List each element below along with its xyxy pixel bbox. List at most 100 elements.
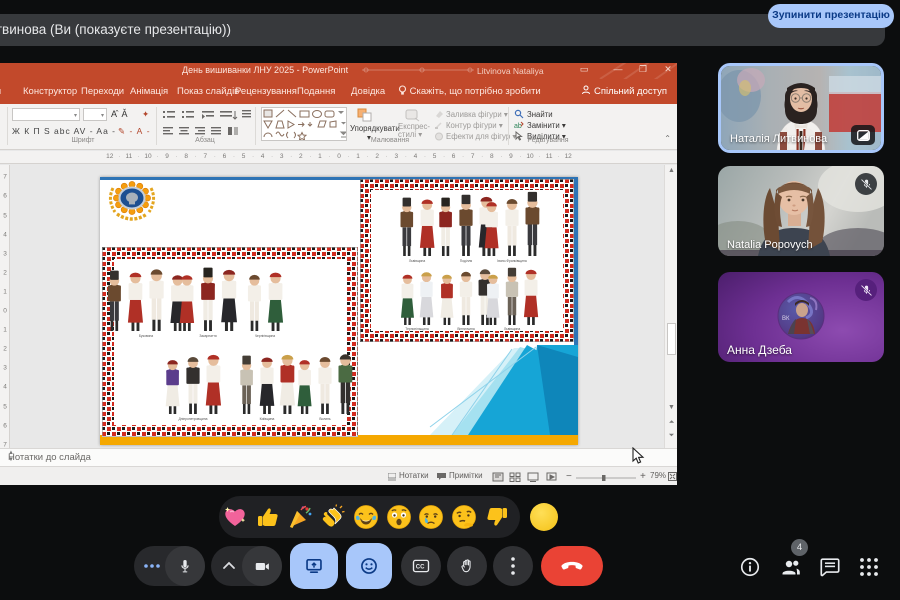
collapse-ribbon-icon[interactable]: ⌃ bbox=[664, 134, 671, 143]
avatar-letters: ВК bbox=[782, 316, 790, 322]
svg-text:Буковина: Буковина bbox=[139, 334, 153, 338]
notes-toggle-icon bbox=[388, 473, 396, 481]
ppt-tab-3[interactable]: Переходи bbox=[81, 79, 124, 104]
ribbon-display-options-icon[interactable]: ▭ bbox=[577, 64, 591, 75]
end-call-button[interactable] bbox=[541, 546, 603, 586]
hruler-number: 9 bbox=[165, 153, 169, 160]
people-button[interactable] bbox=[777, 553, 805, 581]
ppt-tab-5[interactable]: Показ слайдів bbox=[177, 79, 239, 104]
svg-text:Львівщина: Львівщина bbox=[409, 259, 425, 263]
vertical-ruler[interactable]: 765432101234567 bbox=[0, 165, 10, 448]
fit-to-window-icon[interactable] bbox=[668, 472, 677, 481]
ppt-tab-6[interactable]: Рецензування bbox=[235, 79, 297, 104]
ppt-tab-7[interactable]: Подання bbox=[297, 79, 335, 104]
scrollbar-thumb[interactable] bbox=[667, 323, 676, 355]
vruler-number: 2 bbox=[1, 346, 9, 353]
next-slide-icon[interactable]: ⏷ bbox=[665, 432, 677, 440]
raise-hand-button[interactable] bbox=[447, 546, 487, 586]
mic-off-icon bbox=[860, 178, 873, 191]
present-button[interactable] bbox=[290, 543, 338, 589]
close-icon[interactable]: ✕ bbox=[661, 64, 675, 75]
slide-canvas[interactable]: 765432101234567 bbox=[0, 165, 677, 448]
font-style-buttons[interactable]: Ж К П S abc AV - Aa - bbox=[12, 126, 116, 136]
vruler-number: 5 bbox=[1, 403, 9, 410]
shape-effects-button[interactable]: Ефекти для фігур ▾ bbox=[446, 132, 516, 141]
share-access-button[interactable]: Спільний доступ bbox=[581, 79, 667, 104]
reaction-face-with-tears-of-joy[interactable] bbox=[353, 504, 379, 530]
svg-text:Поділля: Поділля bbox=[460, 259, 473, 263]
smiley-icon bbox=[359, 556, 379, 576]
vertical-scrollbar[interactable]: ▲ ▼ ⏶ ⏷ bbox=[664, 165, 677, 448]
reaction-thumbs-down[interactable] bbox=[484, 504, 510, 530]
reaction-astonished-face[interactable] bbox=[386, 504, 412, 530]
font-size-combobox[interactable]: ▾ bbox=[83, 108, 107, 121]
reactions-button[interactable] bbox=[346, 543, 392, 589]
reaction-thinking-face[interactable] bbox=[451, 504, 477, 530]
tell-me-box[interactable]: Скажіть, що потрібно зробити bbox=[398, 79, 541, 104]
camera-button[interactable] bbox=[242, 546, 282, 586]
reactions-bar bbox=[219, 496, 520, 538]
svg-text:Волинь: Волинь bbox=[319, 417, 331, 421]
vruler-number: 7 bbox=[1, 174, 9, 181]
costumes-image-left[interactable]: БуковинаЗакарпаттяЧернігівщинаДніпропетр… bbox=[102, 247, 358, 437]
notes-toggle[interactable]: Нотатки bbox=[399, 471, 429, 480]
camera-control-pill bbox=[211, 546, 282, 586]
hruler-number: 11 bbox=[126, 153, 133, 160]
ppt-tab-1[interactable]: я bbox=[0, 79, 1, 104]
hruler-number: 3 bbox=[394, 153, 398, 160]
ppt-tab-2[interactable]: Конструктор bbox=[23, 79, 77, 104]
notes-spinner[interactable]: ▲▼ bbox=[8, 450, 674, 464]
previous-slide-icon[interactable]: ⏶ bbox=[665, 419, 677, 427]
shared-screen-powerpoint[interactable]: День вишиванки ЛНУ 2025 - PowerPoint Lit… bbox=[0, 63, 677, 485]
shape-outline-button[interactable]: Контур фігури ▾ bbox=[446, 121, 503, 130]
grow-shrink-font-buttons[interactable]: А̂ А̌ bbox=[111, 109, 129, 119]
svg-text:Вінниччина: Вінниччина bbox=[457, 327, 475, 331]
participant-tile-litvinova[interactable]: Наталія Литвинова bbox=[718, 63, 884, 153]
view-buttons[interactable] bbox=[492, 472, 558, 482]
font-color-buttons[interactable]: ✎ - А - bbox=[118, 126, 151, 137]
video-options-icon[interactable] bbox=[222, 561, 236, 571]
zoom-out-button[interactable]: − bbox=[566, 471, 572, 482]
reaction-party-popper[interactable] bbox=[287, 504, 313, 530]
arrange-button[interactable]: Упорядкувати bbox=[350, 124, 400, 133]
minimize-icon[interactable]: — bbox=[611, 64, 625, 74]
apps-button[interactable] bbox=[855, 553, 883, 581]
slide[interactable]: БуковинаЗакарпаттяЧернігівщинаДніпропетр… bbox=[100, 177, 578, 445]
ppt-tab-4[interactable]: Анімація bbox=[130, 79, 168, 104]
vruler-number: 1 bbox=[1, 327, 9, 334]
captions-button[interactable]: CC bbox=[401, 546, 441, 586]
scroll-down-icon[interactable]: ▼ bbox=[665, 404, 677, 411]
svg-text:Дніпропетровщина: Дніпропетровщина bbox=[179, 417, 208, 421]
hruler-number: 3 bbox=[280, 153, 284, 160]
chat-button[interactable] bbox=[816, 553, 844, 581]
more-options-button[interactable] bbox=[493, 546, 533, 586]
audio-options-icon[interactable] bbox=[143, 563, 161, 569]
reaction-thumbs-up[interactable] bbox=[255, 504, 281, 530]
notes-pane[interactable]: Нотатки до слайда ▲▼ bbox=[0, 448, 677, 466]
reaction-clapping-hands[interactable] bbox=[320, 504, 346, 530]
skin-tone-selector[interactable] bbox=[530, 503, 558, 531]
stop-presentation-button[interactable]: Зупинити презентацію bbox=[768, 4, 894, 28]
restore-icon[interactable]: ❐ bbox=[636, 64, 650, 75]
costumes-image-right[interactable]: ЛьвівщинаПоділляІвано-ФранківщинаТернопі… bbox=[360, 179, 574, 342]
mic-control-pill bbox=[134, 546, 205, 586]
participant-tile-popovych[interactable]: Natalia Popovych bbox=[718, 166, 884, 256]
ppt-tab-8[interactable]: Довідка bbox=[351, 79, 385, 104]
horizontal-ruler[interactable]: 12·11·10·9·8·7·6·5·4·3·2·1·0·1·2·3·4·5·6… bbox=[0, 151, 677, 164]
clear-formatting-button[interactable]: ✦ bbox=[142, 109, 150, 120]
font-name-combobox[interactable]: ▾ bbox=[12, 108, 80, 121]
meeting-details-button[interactable] bbox=[736, 553, 764, 581]
hruler-number: 11 bbox=[546, 153, 553, 160]
zoom-in-button[interactable]: + bbox=[640, 471, 646, 482]
participant-tile-dzeba[interactable]: ВК Анна Дзеба bbox=[718, 272, 884, 362]
scroll-up-icon[interactable]: ▲ bbox=[665, 167, 677, 174]
reaction-crying-face[interactable] bbox=[418, 504, 444, 530]
zoom-slider[interactable] bbox=[576, 475, 636, 481]
mic-button[interactable] bbox=[165, 546, 205, 586]
shape-fill-button[interactable]: Заливка фігури ▾ bbox=[446, 110, 508, 119]
comments-toggle[interactable]: Примітки bbox=[449, 471, 483, 480]
reaction-sparkling-heart[interactable] bbox=[222, 504, 248, 530]
replace-button[interactable]: Замінити ▾ bbox=[527, 121, 566, 130]
find-button[interactable]: Знайти bbox=[527, 110, 553, 119]
list-indent-buttons[interactable] bbox=[162, 109, 252, 121]
